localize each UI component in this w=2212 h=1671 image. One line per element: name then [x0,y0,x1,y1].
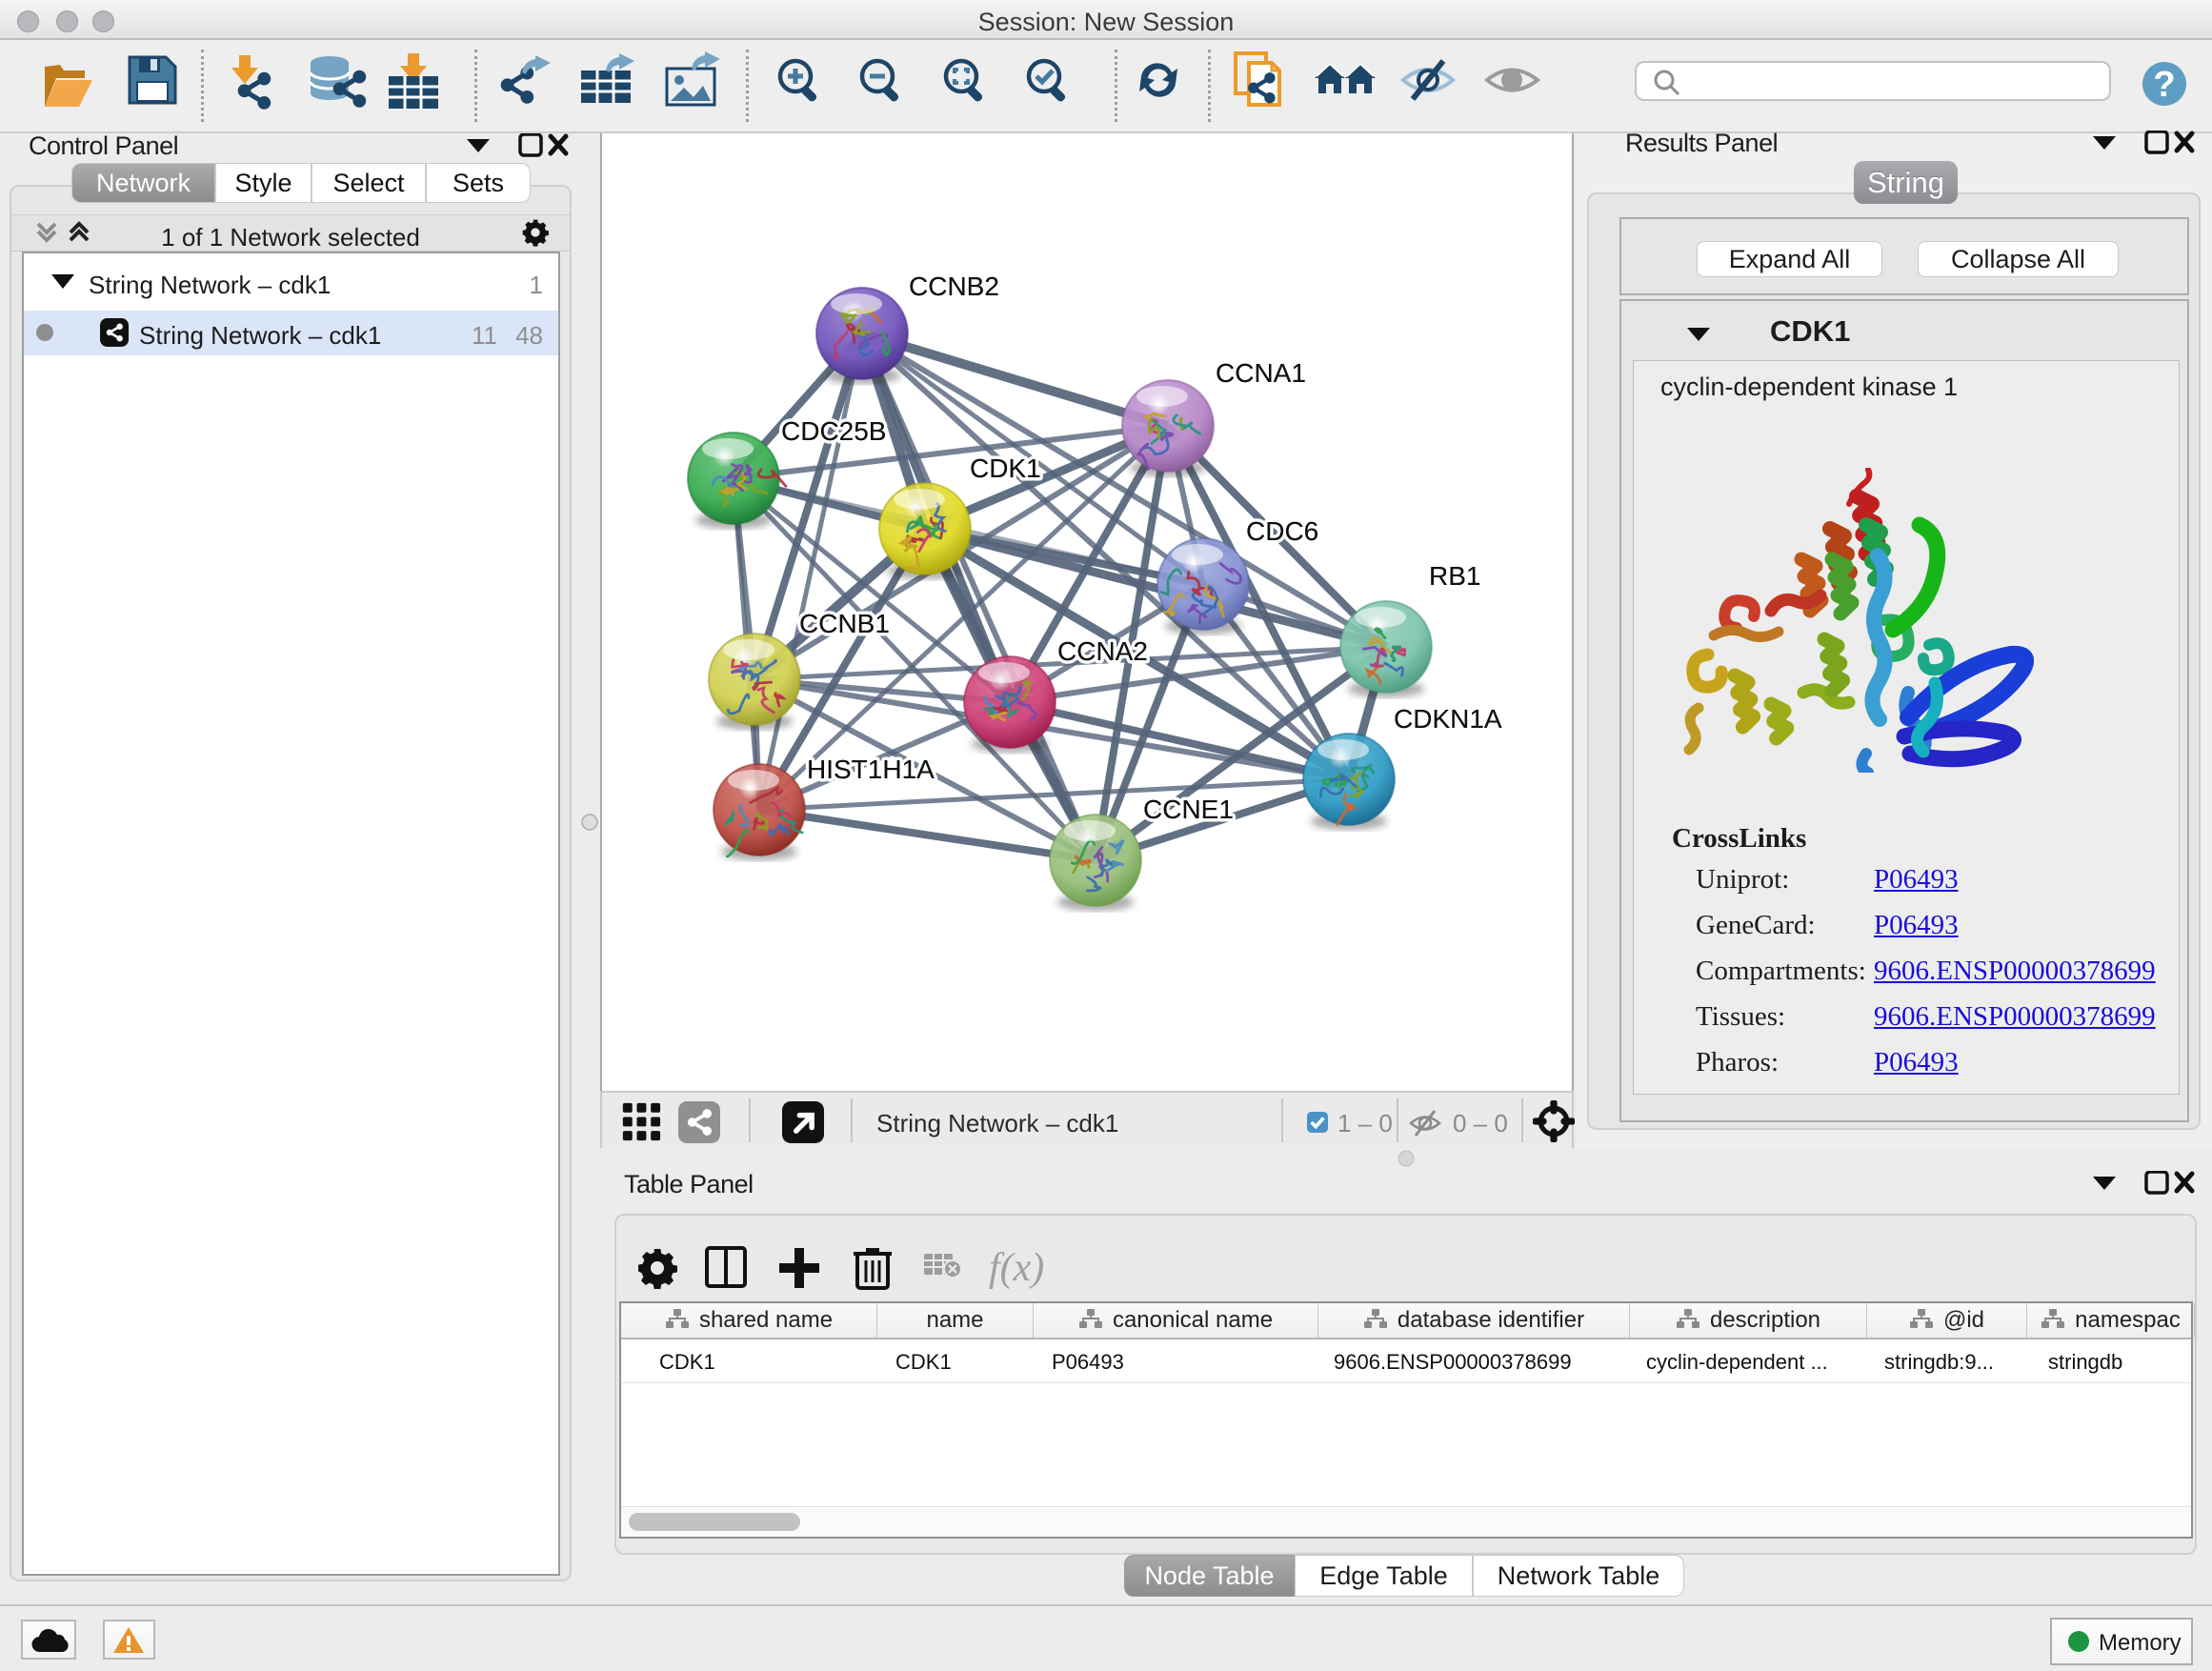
svg-text:CDC6: CDC6 [1246,516,1318,546]
svg-text:CDC25B: CDC25B [781,416,886,446]
svg-text:f(x): f(x) [989,1246,1044,1290]
svg-text:CDK1: CDK1 [970,453,1041,483]
svg-text:CCNA2: CCNA2 [1057,636,1148,666]
svg-text:HIST1H1A: HIST1H1A [807,755,935,784]
svg-text:RB1: RB1 [1429,561,1480,591]
svg-text:CDKN1A: CDKN1A [1394,704,1502,734]
svg-text:CCNA1: CCNA1 [1216,358,1306,388]
svg-text:?: ? [2153,65,2175,105]
svg-text:CCNB1: CCNB1 [799,609,890,638]
svg-text:CCNB2: CCNB2 [909,272,999,301]
svg-text:CCNE1: CCNE1 [1143,795,1234,824]
